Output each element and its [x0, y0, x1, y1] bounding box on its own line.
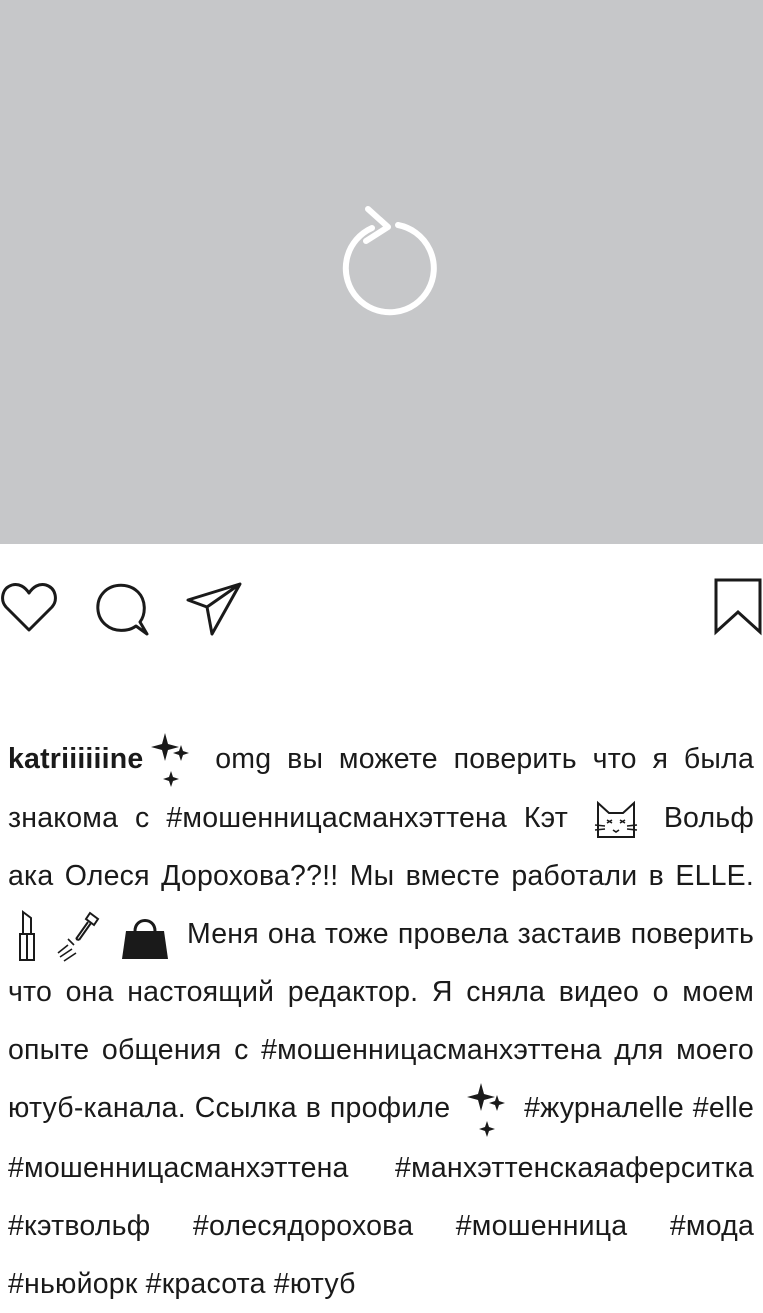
hashtag-link[interactable]: #мода: [670, 1210, 754, 1242]
handbag-icon: [122, 918, 168, 959]
heart-outline-icon[interactable]: [0, 580, 58, 636]
hashtag-link[interactable]: #мошенницасманхэттена: [8, 1152, 349, 1184]
username-link[interactable]: katriiiiiine: [8, 743, 143, 775]
hashtag-link[interactable]: #кэтвольф: [8, 1210, 150, 1242]
post-action-bar: [0, 544, 763, 664]
hashtag-link[interactable]: #ютуб: [274, 1268, 356, 1300]
hashtag-link[interactable]: #олесядорохова: [193, 1210, 413, 1242]
nail-polish-icon: [57, 911, 100, 962]
speech-bubble-icon[interactable]: [92, 580, 150, 640]
hashtag-link[interactable]: #мошенницасманхэттена: [166, 802, 507, 834]
hashtag-link[interactable]: #мошенницасманхэттена: [261, 1034, 602, 1066]
post-media-placeholder: [0, 0, 763, 544]
hashtag-link[interactable]: #манхэттенскаяаферситка: [395, 1152, 754, 1184]
lipstick-icon: [19, 909, 35, 961]
sparkles-icon: [467, 1082, 506, 1137]
hashtag-link[interactable]: #красота: [146, 1268, 266, 1300]
caption-text: Кэт: [506, 802, 585, 835]
hashtag-link[interactable]: #журналelle: [524, 1092, 684, 1124]
cat-face-icon: [594, 800, 638, 838]
hashtag-link[interactable]: #ньюйорк: [8, 1268, 138, 1300]
sparkles-icon: [151, 733, 190, 788]
post-caption: katriiiiiine omg вы можете поверить что …: [8, 730, 754, 1313]
hashtag-link[interactable]: #elle: [693, 1092, 754, 1124]
hashtag-link[interactable]: #мошенница: [456, 1210, 628, 1242]
paper-plane-icon[interactable]: [184, 580, 244, 638]
reload-icon[interactable]: [336, 203, 440, 319]
bookmark-icon[interactable]: [712, 576, 763, 636]
